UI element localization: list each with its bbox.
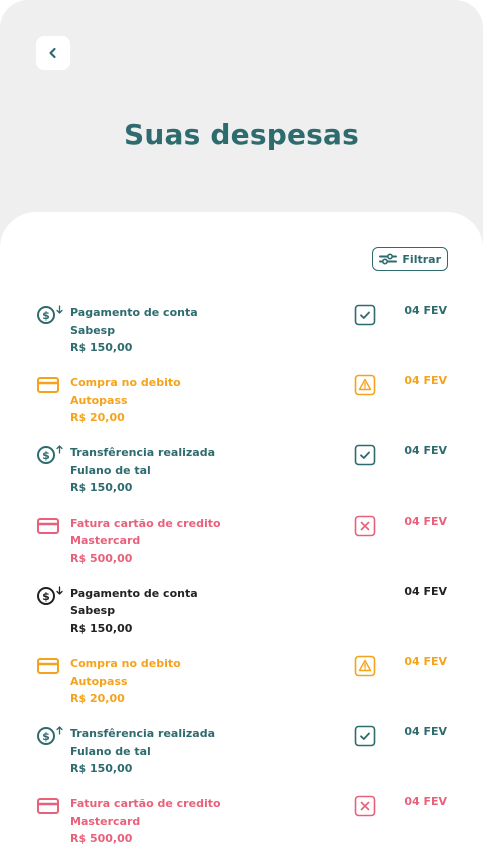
item-title: Transfêrencia realizada (70, 446, 215, 460)
list-item[interactable]: $ Transfêrencia realizada Fulano de tal R$ … (0, 444, 483, 504)
item-subtitle: Fulano de tal (70, 744, 151, 758)
item-subtitle: Mastercard (70, 534, 141, 548)
item-date: 04 FEV (404, 444, 447, 458)
item-text: Pagamento de conta Sabesp R$ 150,00 (70, 585, 198, 638)
item-subtitle: Sabesp (70, 323, 116, 337)
status-close-icon (354, 515, 376, 537)
svg-text:$: $ (42, 730, 50, 743)
item-title: Pagamento de conta (70, 586, 198, 600)
filter-label: Filtrar (402, 252, 441, 266)
item-title: Compra no debito (70, 376, 181, 390)
item-subtitle: Sabesp (70, 604, 116, 618)
screen: Suas despesas Filtrar $ Pagamento de cont… (0, 0, 483, 858)
card-icon (36, 655, 60, 681)
item-date: 04 FEV (404, 655, 447, 668)
item-title: Transfêrencia realizada (70, 727, 215, 741)
card-icon (36, 515, 60, 541)
coin-down-icon: $ (36, 585, 66, 611)
item-text: Fatura cartão de credito Mastercard R$ 500… (70, 795, 221, 848)
item-subtitle: Autopass (70, 674, 128, 688)
item-date: 04 FEV (404, 725, 447, 739)
item-subtitle: Autopass (70, 393, 128, 407)
status-check-icon (354, 304, 376, 326)
item-amount: R$ 150,00 (70, 621, 133, 635)
back-button[interactable] (36, 36, 70, 70)
svg-text:$: $ (42, 449, 50, 462)
list-item[interactable]: Fatura cartão de credito Mastercard R$ 500… (0, 515, 483, 575)
item-text: Pagamento de conta Sabesp R$ 150,00 (70, 304, 198, 357)
page-title: Suas despesas (124, 118, 359, 151)
list-item[interactable]: $ Pagamento de conta Sabesp R$ 150,00 04 FEV (0, 585, 483, 645)
coin-up-icon: $ (36, 725, 66, 751)
svg-text:$: $ (42, 590, 50, 603)
item-date: 04 FEV (404, 584, 447, 598)
item-amount: R$ 150,00 (70, 762, 133, 776)
list-item[interactable]: Compra no debito Autopass R$ 20,00 04 FEV (0, 374, 483, 434)
status-close-icon (354, 795, 376, 817)
status-check-icon (354, 444, 376, 466)
item-text: Compra no debito Autopass R$ 20,00 (70, 655, 181, 708)
card-icon (36, 374, 60, 400)
item-text: Fatura cartão de credito Mastercard R$ 500… (70, 515, 221, 568)
expenses-sheet: Filtrar $ Pagamento de conta Sabesp R$ 150,… (0, 212, 483, 858)
status-warning-icon (354, 374, 376, 396)
item-date: 04 FEV (404, 514, 447, 528)
item-date: 04 FEV (404, 304, 447, 317)
list-item[interactable]: Compra no debito Autopass R$ 20,00 04 FEV (0, 655, 483, 715)
item-amount: R$ 500,00 (70, 551, 133, 565)
item-text: Compra no debito Autopass R$ 20,00 (70, 374, 181, 427)
item-title: Pagamento de conta (70, 306, 198, 319)
item-date: 04 FEV (404, 374, 447, 388)
item-title: Fatura cartão de credito (70, 516, 221, 530)
item-amount: R$ 150,00 (70, 481, 133, 495)
coin-down-icon: $ (36, 304, 66, 330)
svg-text:$: $ (42, 309, 50, 322)
list-item[interactable]: $ Transfêrencia realizada Fulano de tal R$ … (0, 725, 483, 785)
status-check-icon (354, 725, 376, 747)
card-icon (36, 795, 60, 821)
item-amount: R$ 500,00 (70, 832, 133, 846)
item-date: 04 FEV (404, 795, 447, 809)
item-subtitle: Fulano de tal (70, 463, 151, 477)
item-text: Transfêrencia realizada Fulano de tal R$ 1… (70, 725, 215, 778)
item-amount: R$ 20,00 (70, 411, 125, 425)
status-warning-icon (354, 655, 376, 677)
list-item[interactable]: Fatura cartão de credito Mastercard R$ 500… (0, 795, 483, 855)
chevron-left-icon (49, 47, 56, 59)
list-item[interactable]: $ Pagamento de conta Sabesp R$ 150,00 04 FEV (0, 304, 483, 364)
sliders-icon (379, 253, 398, 265)
item-amount: R$ 150,00 (70, 341, 133, 354)
item-title: Fatura cartão de credito (70, 797, 221, 811)
item-subtitle: Mastercard (70, 814, 141, 828)
item-text: Transfêrencia realizada Fulano de tal R$ 1… (70, 444, 215, 497)
item-title: Compra no debito (70, 657, 181, 670)
item-amount: R$ 20,00 (70, 692, 125, 705)
coin-up-icon: $ (36, 444, 66, 470)
filter-button[interactable]: Filtrar (372, 247, 448, 271)
